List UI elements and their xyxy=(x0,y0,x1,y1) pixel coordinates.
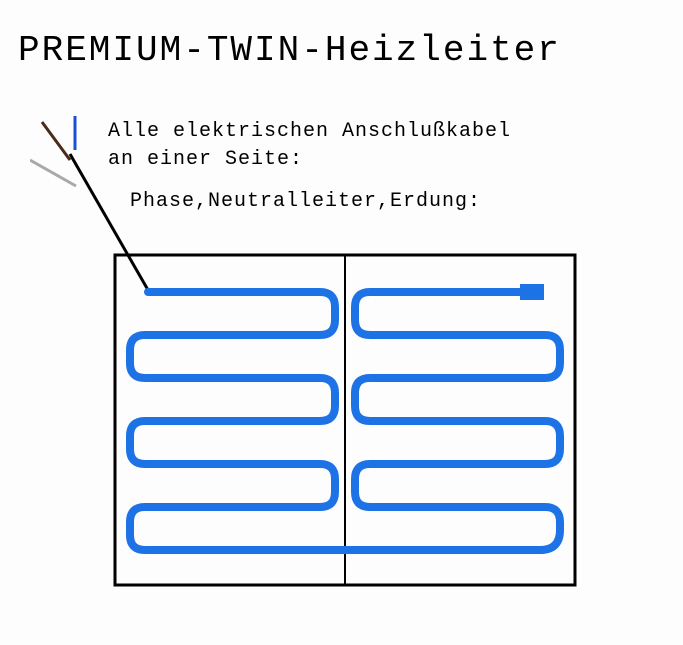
diagram-title: PREMIUM-TWIN-Heizleiter xyxy=(18,30,561,71)
cable-end-terminator xyxy=(520,284,544,300)
lead-wires xyxy=(30,116,76,186)
feed-cable xyxy=(70,154,148,290)
heating-mat-diagram xyxy=(30,110,650,630)
